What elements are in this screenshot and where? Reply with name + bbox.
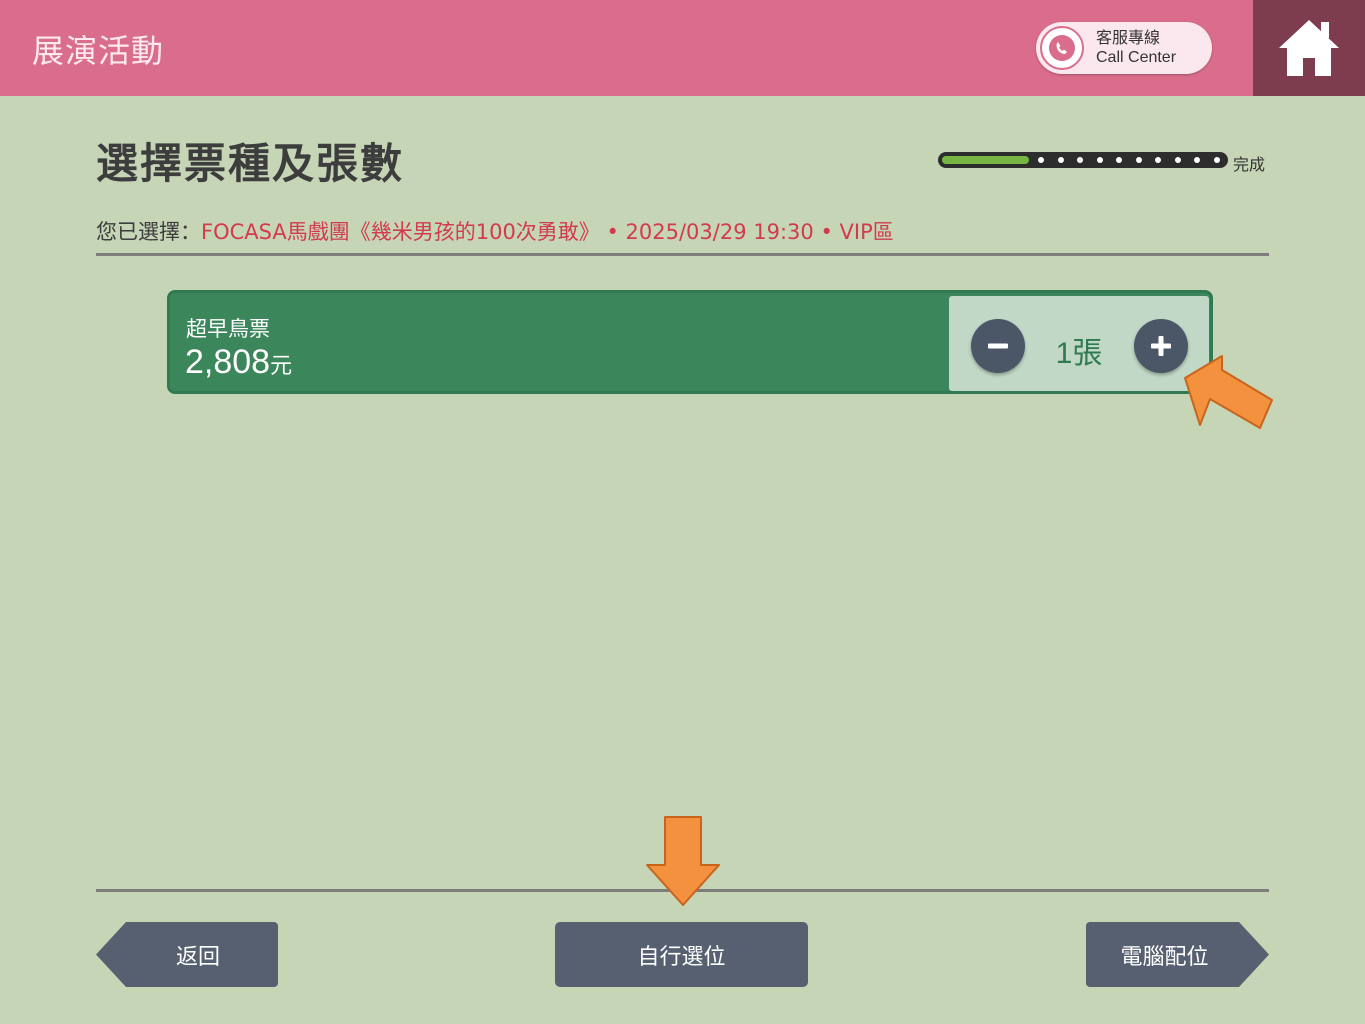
home-icon	[1279, 20, 1339, 76]
top-header: 展演活動 客服專線 Call Center	[0, 0, 1253, 96]
selection-prefix: 您已選擇：	[96, 220, 201, 244]
ticket-row: 超早鳥票 2,808元 1張	[167, 290, 1213, 394]
home-button[interactable]	[1253, 0, 1365, 96]
self-select-seat-button[interactable]: 自行選位	[555, 922, 808, 987]
phone-icon	[1040, 26, 1084, 70]
ticket-price-value: 2,808	[185, 343, 271, 381]
divider	[96, 253, 1269, 256]
back-button[interactable]: 返回	[96, 922, 278, 987]
progress-bar	[938, 152, 1228, 168]
call-center-label-zh: 客服專線	[1096, 30, 1161, 47]
auto-assign-seat-button[interactable]: 電腦配位	[1086, 922, 1269, 987]
progress-label: 完成	[1233, 155, 1266, 174]
call-center-label-en: Call Center	[1096, 49, 1177, 66]
page-title: 選擇票種及張數	[96, 139, 405, 188]
decrease-quantity-button[interactable]	[971, 319, 1025, 373]
pointer-arrow-icon	[646, 816, 720, 906]
pointer-arrow-icon	[1184, 355, 1273, 429]
progress-fill	[942, 156, 1029, 164]
ticket-name: 超早鳥票	[186, 317, 270, 341]
minus-icon	[988, 343, 1008, 349]
quantity-value: 1張	[1055, 337, 1103, 370]
app-title: 展演活動	[32, 32, 165, 70]
ticket-price-unit: 元	[270, 353, 293, 378]
ticket-price: 2,808元	[185, 343, 292, 382]
selection-value: FOCASA馬戲團《幾米男孩的100次勇敢》 • 2025/03/29 19:3…	[201, 220, 894, 244]
selection-summary: 您已選擇：FOCASA馬戲團《幾米男孩的100次勇敢》 • 2025/03/29…	[96, 216, 894, 246]
call-center-button[interactable]: 客服專線 Call Center	[1036, 22, 1212, 74]
progress-steps	[1038, 157, 1220, 163]
